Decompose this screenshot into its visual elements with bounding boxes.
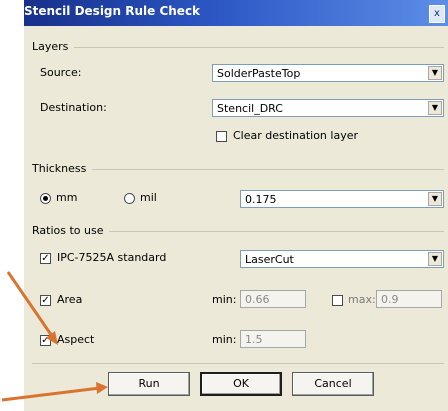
arrow-to-aspect-head <box>46 331 58 345</box>
arrow-to-run-head <box>96 382 108 394</box>
arrow-to-aspect <box>6 271 56 340</box>
thickness-section-label: Thickness <box>32 162 93 175</box>
layers-section-label: Layers <box>32 40 75 53</box>
ratios-section-label: Ratios to use <box>32 224 110 237</box>
arrow-to-run <box>1 386 101 402</box>
annotation-arrows <box>1 271 108 402</box>
